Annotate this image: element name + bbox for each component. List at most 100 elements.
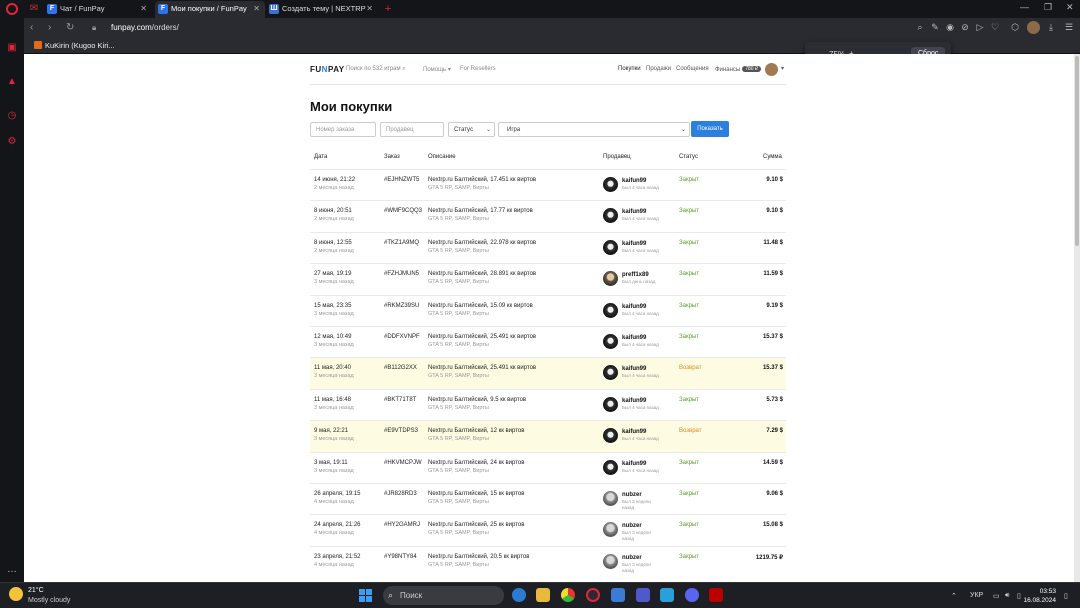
table-row[interactable]: 9 мая, 22:21 3 месяца назад #E9VTDPS3 Nextr… [310,420,786,452]
menu-icon[interactable]: ☰ [1064,22,1074,32]
status-select[interactable]: Статус ⌄ [448,122,495,137]
seller-name[interactable]: nubzer [622,555,642,561]
close-tab-icon[interactable]: ✕ [140,1,147,16]
telegram-icon[interactable] [660,588,674,602]
order-id[interactable]: #EJHNZWT5 [384,177,419,183]
nav-sales[interactable]: Продажи [646,66,671,72]
box-icon[interactable]: ⬡ [1010,22,1020,32]
taskbar-search[interactable]: ⌕ Поиск [383,586,504,605]
order-id[interactable]: #Y98NTY84 [384,554,417,560]
help-menu[interactable]: Помощь ▾ [423,66,451,73]
close-tab-icon[interactable]: ✕ [366,1,373,16]
order-id[interactable]: #FZHJMUN5 [384,271,419,277]
table-row[interactable]: 24 апреля, 21:26 4 месяца назад #HY2GAMRJ N… [310,514,786,545]
zoom-search-icon[interactable]: ⌕ [915,22,925,32]
new-tab-icon[interactable]: + [382,3,394,15]
table-row[interactable]: 15 мая, 23:35 3 месяца назад #RKMZ39SU Next… [310,294,786,326]
order-id[interactable]: #DDFXVNPF [384,334,420,340]
more-icon[interactable]: … [6,564,18,576]
game-select[interactable]: Игра ⌄ [498,122,690,137]
col-seller[interactable]: Продавец [603,154,631,160]
table-row[interactable]: 11 мая, 16:48 3 месяца назад #BKT71T8T Next… [310,388,786,420]
close-tab-icon[interactable]: ✕ [253,1,260,16]
chevron-up-icon[interactable]: ⌃ [951,592,957,600]
seller-name[interactable]: kaifun99 [622,398,646,404]
seller-avatar[interactable] [603,208,618,224]
workspace-icon[interactable]: ✉ [28,3,40,15]
order-number-input[interactable]: Номер заказа [310,122,376,137]
seller-avatar[interactable] [603,396,618,412]
seller-avatar[interactable] [603,365,618,381]
chrome-icon[interactable] [561,588,575,602]
seller-avatar[interactable] [603,239,618,255]
explorer-icon[interactable] [536,588,550,602]
history-icon[interactable]: ◷ [6,110,18,122]
seller-avatar[interactable] [603,428,618,444]
reload-icon[interactable]: ↻ [66,22,74,33]
block-icon[interactable]: ⊘ [960,22,970,32]
discord-icon[interactable] [685,588,699,602]
order-id[interactable]: #JR828RD3 [384,491,417,497]
order-id[interactable]: #BKT71T8T [384,397,416,403]
order-id[interactable]: #HY2GAMRJ [384,522,420,528]
table-row[interactable]: 23 апреля, 21:52 4 месяца назад #Y98NTY84 N… [310,545,786,577]
bookmark-kukirin[interactable]: KuKirin (Kugoo Kiri... [34,41,115,50]
battery-icon[interactable]: ▯ [1017,592,1021,600]
app-icon[interactable] [611,588,625,602]
order-id[interactable]: #HKVMCPJW [384,460,422,466]
clock[interactable]: 03:53 16.08.2024 [1022,587,1056,605]
order-id[interactable]: #WMF9CQQ3 [384,208,422,214]
shopping-icon[interactable]: ▣ [6,42,18,54]
seller-name[interactable]: kaifun99 [622,366,646,372]
lock-icon[interactable]: 🔒︎ [92,23,96,33]
seller-avatar[interactable] [603,459,618,475]
volume-icon[interactable]: 🔊︎ [1005,592,1009,600]
col-order[interactable]: Заказ [384,154,400,160]
seller-name[interactable]: kaifun99 [622,461,646,467]
table-row[interactable]: 8 июня, 12:55 2 месяца назад #TKZ1A9MQ Next… [310,231,786,263]
restore-icon[interactable]: ❐ [1044,2,1052,13]
seller-name[interactable]: nubzer [622,523,642,529]
weather-text[interactable]: Mostly cloudy [28,597,70,604]
seller-avatar[interactable] [603,553,618,569]
seller-name[interactable]: kaifun99 [622,429,646,435]
page-scrollbar[interactable] [1074,54,1080,582]
seller-name[interactable]: nubzer [622,492,642,498]
table-row[interactable]: 8 июня, 20:51 2 месяца назад #WMF9CQQ3 Next… [310,200,786,231]
opera-logo-icon[interactable] [6,3,18,15]
table-row[interactable]: 12 мая, 10:49 3 месяца назад #DDFXVNPF Next… [310,326,786,357]
settings-icon[interactable]: ⚙ [6,136,18,148]
seller-avatar[interactable] [603,302,618,318]
table-row[interactable]: 27 мая, 19:19 3 месяца назад #FZHJMUN5 Next… [310,263,786,294]
table-row[interactable]: 14 июня, 21:22 2 месяца назад #EJHNZWT5 Nex… [310,169,786,200]
table-row[interactable]: 11 мая, 20:40 3 месяца назад #B112G2XX Next… [310,357,786,389]
player-icon[interactable]: ▷ [975,22,985,32]
language-indicator[interactable]: УКР [970,592,983,599]
forward-icon[interactable]: › [48,22,51,33]
teams-icon[interactable] [636,588,650,602]
opera-icon[interactable] [586,588,600,602]
edge-icon[interactable] [512,588,526,602]
seller-name[interactable]: kaifun99 [622,335,646,341]
table-row[interactable]: 3 мая, 19:11 3 месяца назад #HKVMCPJW Nextr… [310,451,786,483]
start-button[interactable] [359,589,372,602]
aria-icon[interactable]: ▲ [6,76,18,88]
url-field[interactable]: funpay.com/orders/ [111,23,179,32]
col-sum[interactable]: Сумма [763,154,782,160]
weather-temp[interactable]: 21°C [28,587,44,594]
order-id[interactable]: #B112G2XX [384,365,417,371]
download-icon[interactable]: ⤓ [1046,22,1056,32]
notification-icon[interactable]: ▯ [1064,592,1068,600]
edit-icon[interactable]: ✎ [930,22,940,32]
seller-avatar[interactable] [603,177,618,192]
seller-name[interactable]: kaifun99 [622,209,646,215]
scrollbar-thumb[interactable] [1075,56,1079,246]
tab-nextrp[interactable]: Ш Создать тему | NEXTRP ✕ [266,1,378,18]
close-window-icon[interactable]: ✕ [1066,2,1074,13]
camera-icon[interactable]: ◉ [945,22,955,32]
nav-messages[interactable]: Сообщения [676,66,709,72]
show-button[interactable]: Показать [691,121,729,137]
profile-avatar[interactable] [1027,21,1040,34]
seller-avatar[interactable] [603,522,618,538]
user-avatar[interactable] [765,63,778,76]
